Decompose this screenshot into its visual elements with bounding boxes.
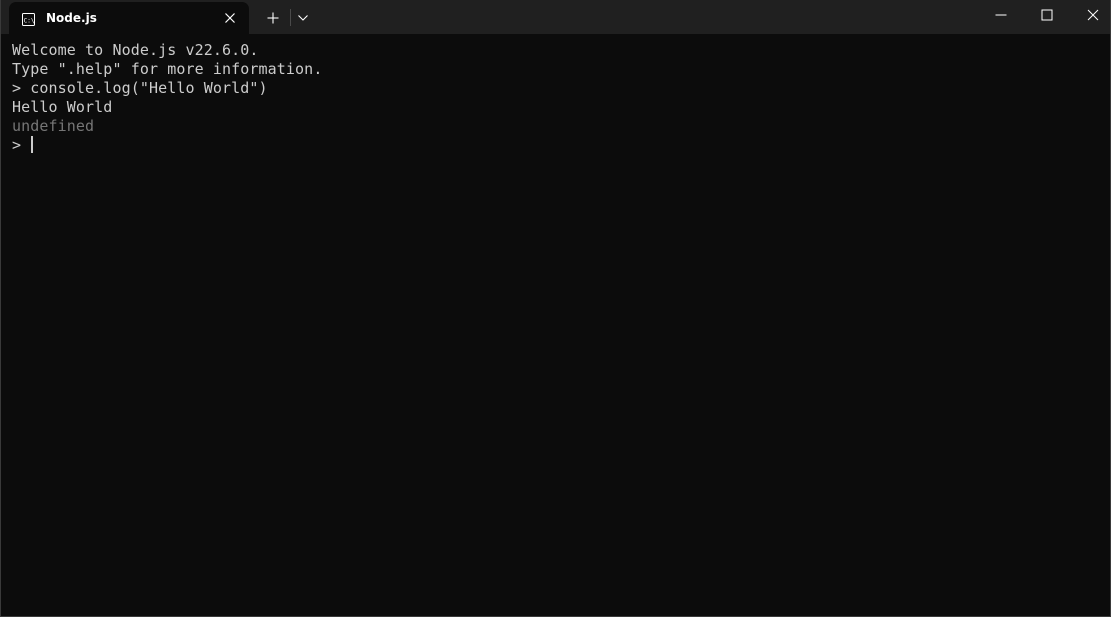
plus-icon <box>267 12 279 24</box>
text-cursor <box>31 136 34 153</box>
tab-separator <box>290 9 291 26</box>
terminal-line-welcome: Welcome to Node.js v22.6.0. <box>12 41 259 59</box>
terminal-icon: C:\ <box>22 11 35 26</box>
terminal-line-command: > console.log("Hello World") <box>12 79 268 97</box>
minimize-icon <box>995 14 1007 16</box>
tab-node-js[interactable]: C:\ Node.js <box>9 2 249 34</box>
svg-text:C:\: C:\ <box>24 17 35 24</box>
terminal-line-output: Hello World <box>12 98 113 116</box>
terminal-prompt-line[interactable]: > <box>12 136 1100 155</box>
terminal-window: C:\ Node.js Welcome to Node.js v22.6.0. … <box>0 0 1111 617</box>
chevron-down-icon <box>298 15 308 21</box>
tab-dropdown-button[interactable] <box>293 6 313 30</box>
close-window-button[interactable] <box>1070 0 1111 30</box>
title-bar: C:\ Node.js <box>1 0 1110 34</box>
minimize-button[interactable] <box>978 0 1024 30</box>
new-tab-button[interactable] <box>260 6 286 30</box>
close-tab-icon[interactable] <box>221 9 239 27</box>
terminal-line-help: Type ".help" for more information. <box>12 60 323 78</box>
terminal-output[interactable]: Welcome to Node.js v22.6.0. Type ".help"… <box>12 41 1100 606</box>
maximize-button[interactable] <box>1024 0 1070 30</box>
terminal-line-return-value: undefined <box>12 117 95 135</box>
tab-title: Node.js <box>46 11 97 25</box>
maximize-icon <box>1041 9 1053 21</box>
prompt-symbol: > <box>12 136 31 154</box>
close-icon <box>1087 9 1099 21</box>
